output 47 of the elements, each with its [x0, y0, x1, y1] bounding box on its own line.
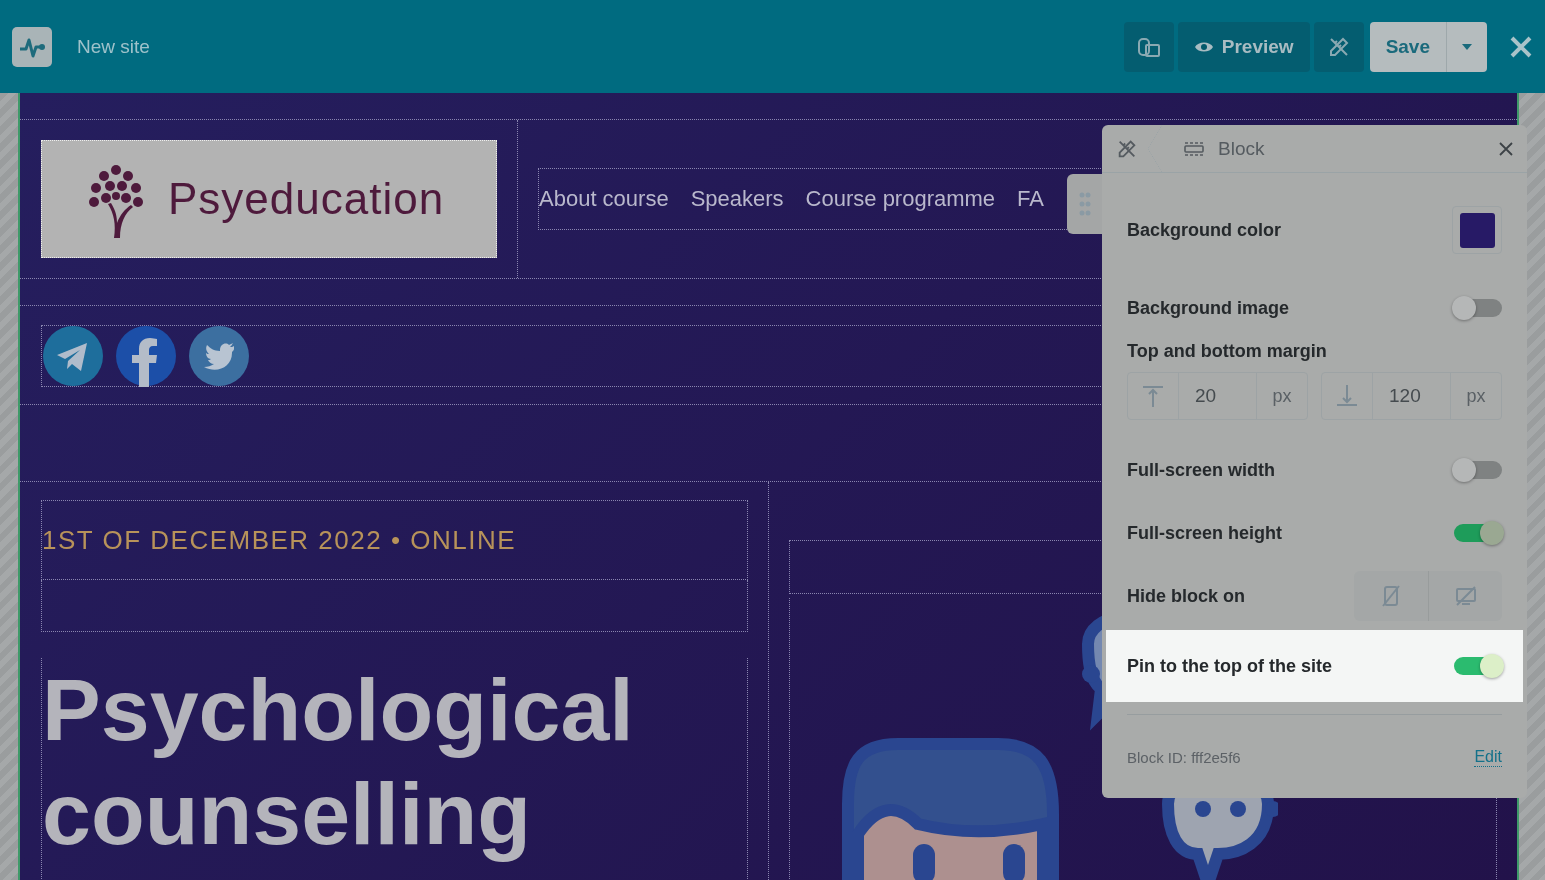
nav-link[interactable]: FA — [1017, 186, 1044, 212]
site-logo[interactable]: Psyeducation — [41, 140, 497, 258]
site-name: New site — [77, 35, 150, 58]
setting-label: Background color — [1127, 219, 1282, 241]
bottom-margin-field[interactable]: 120 px — [1321, 372, 1502, 420]
align-top-icon — [1143, 385, 1163, 407]
paper-plane-icon[interactable] — [42, 325, 104, 387]
close-icon[interactable] — [1509, 34, 1533, 59]
setting-label: Hide block on — [1127, 585, 1245, 607]
block-icon — [1184, 140, 1204, 157]
phone-crossed-icon — [1381, 585, 1401, 607]
align-bottom-icon — [1337, 385, 1357, 407]
nav-link[interactable]: Speakers — [690, 186, 784, 212]
grip-icon — [1079, 192, 1091, 216]
pages-button[interactable] — [1123, 21, 1174, 72]
monitor-crossed-icon — [1454, 586, 1477, 606]
pulse-logo-icon[interactable] — [12, 26, 52, 67]
save-options-button[interactable] — [1447, 21, 1487, 72]
bottom-margin-value: 120 — [1373, 373, 1451, 419]
preview-button[interactable]: Preview — [1177, 21, 1310, 72]
close-icon[interactable] — [1499, 141, 1513, 156]
block-id-text: Block ID: fff2e5f6 — [1127, 749, 1241, 766]
setting-label: Pin to the top of the site — [1127, 655, 1332, 677]
toggle-switch[interactable] — [1454, 524, 1502, 542]
drag-handle[interactable] — [1067, 174, 1103, 234]
unit-label: px — [1271, 384, 1293, 408]
toggle-switch[interactable] — [1454, 299, 1502, 317]
breadcrumb-label: Block — [1218, 137, 1265, 160]
logo-text: Psyeducation — [168, 174, 445, 224]
nav-link[interactable]: About course — [539, 186, 669, 212]
setting-label: Background image — [1127, 297, 1290, 319]
nav-link[interactable]: Course programme — [805, 186, 996, 212]
toggle-switch[interactable] — [1454, 461, 1502, 479]
setting-label: Full-screen height — [1127, 522, 1283, 544]
design-tools-button[interactable] — [1313, 21, 1364, 72]
top-margin-value: 20 — [1179, 373, 1257, 419]
top-margin-field[interactable]: 20 px — [1127, 372, 1308, 420]
event-date-text: 1ST OF DECEMBER 2022 • ONLINE — [42, 524, 517, 556]
caret-icon — [1462, 43, 1472, 50]
headline: Psychological counselling — [42, 659, 635, 865]
bird-icon[interactable] — [188, 325, 250, 387]
unit-label: px — [1465, 384, 1487, 408]
toggle-switch[interactable] — [1454, 657, 1502, 675]
setting-label: Top and bottom margin — [1127, 341, 1328, 362]
setting-label: Full-screen width — [1127, 459, 1276, 481]
facebook-icon[interactable] — [115, 325, 177, 387]
color-picker[interactable] — [1452, 206, 1502, 254]
